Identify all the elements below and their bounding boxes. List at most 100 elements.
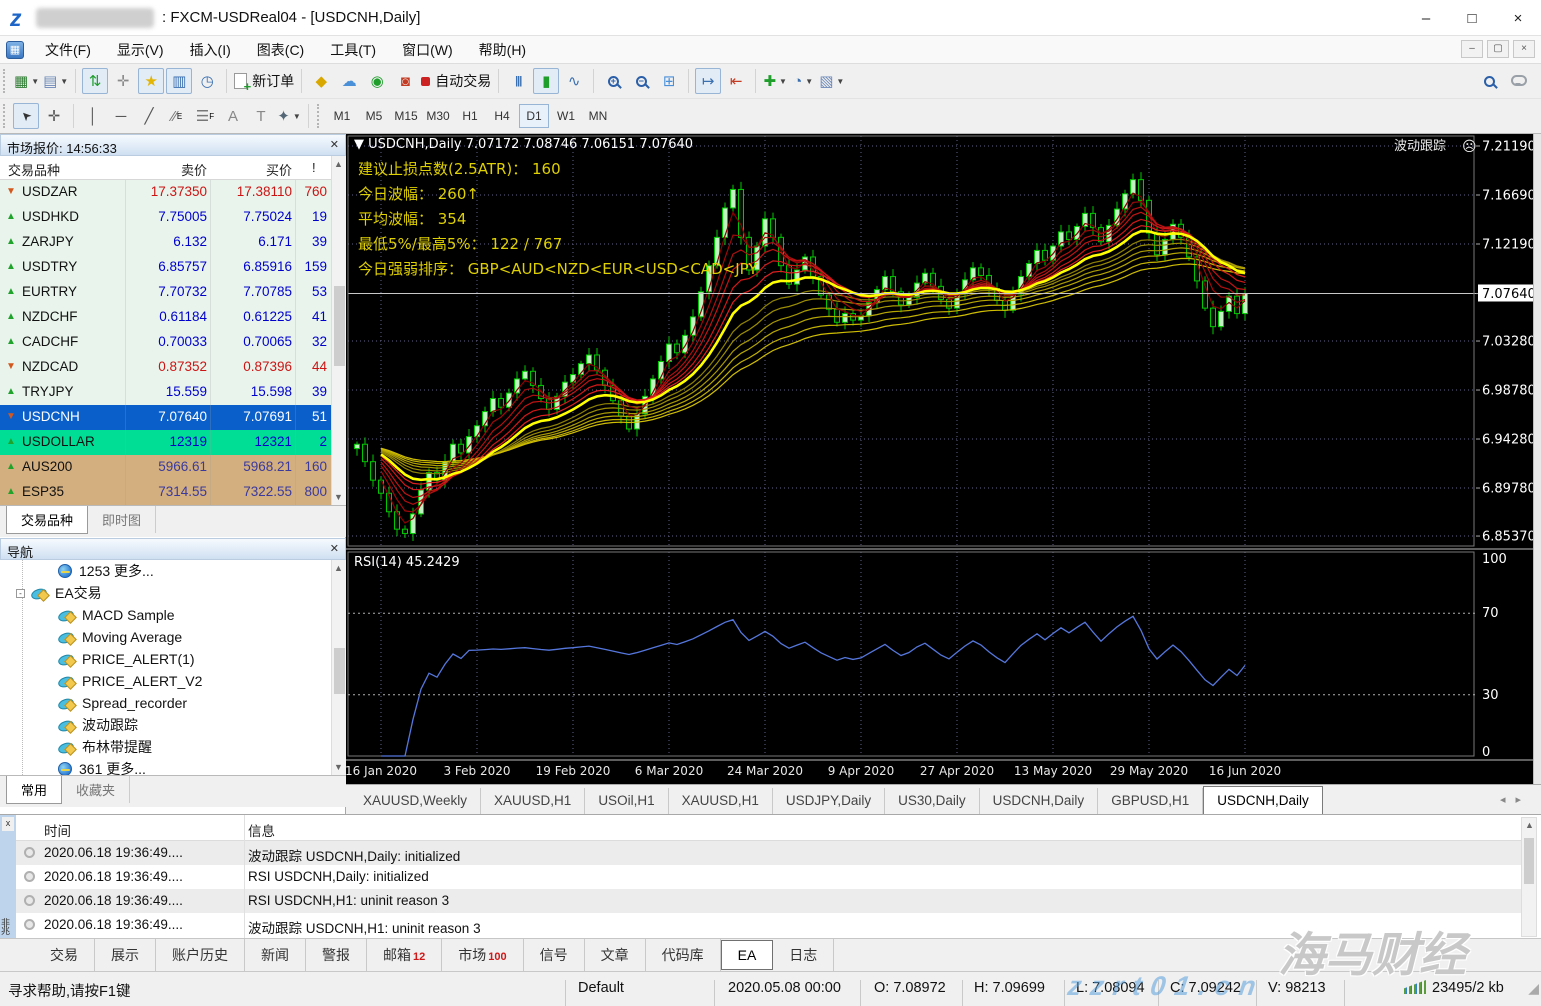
menu-item-6[interactable]: 帮助(H) <box>466 36 539 64</box>
market-watch-row[interactable]: ▲ CADCHF 0.70033 0.70065 32 <box>0 330 331 355</box>
scrollbar-thumb[interactable] <box>334 648 345 694</box>
col-spread[interactable]: ! <box>312 160 316 175</box>
chart-shift-button[interactable]: ⇤ <box>723 68 749 94</box>
timeframe-w1-button[interactable]: W1 <box>551 104 581 128</box>
status-profile[interactable]: Default <box>578 980 624 996</box>
timeframe-h4-button[interactable]: H4 <box>487 104 517 128</box>
terminal-close-icon[interactable]: x <box>2 817 14 831</box>
terminal-tab-警报[interactable]: 警报 <box>306 939 367 971</box>
timeframe-m15-button[interactable]: M15 <box>391 104 421 128</box>
market-watch-row[interactable]: ▲ ESP35 7314.55 7322.55 800 <box>0 480 331 505</box>
navigator-item[interactable]: PRICE_ALERT(1) <box>0 648 331 670</box>
terminal-tab-账户历史[interactable]: 账户历史 <box>156 939 245 971</box>
chart-tab-8[interactable]: USDCNH,Daily <box>1203 786 1323 814</box>
publish-button[interactable]: ☁ <box>336 68 362 94</box>
terminal-tab-日志[interactable]: 日志 <box>773 939 835 971</box>
horizontal-line-button[interactable]: ─ <box>108 103 134 129</box>
market-watch-scrollbar[interactable]: ▲ ▼ <box>331 156 346 505</box>
autotrade-button[interactable]: 自动交易 <box>420 68 492 94</box>
market-watch-row[interactable]: ▼ USDZAR 17.37350 17.38110 760 <box>0 180 331 205</box>
timeframe-h1-button[interactable]: H1 <box>455 104 485 128</box>
maximize-button[interactable]: □ <box>1449 0 1495 36</box>
crosshair-button[interactable]: ✛ <box>41 103 67 129</box>
terminal-tab-新闻[interactable]: 新闻 <box>245 939 306 971</box>
data-window-button[interactable]: ✛ <box>110 68 136 94</box>
chart-tab-3[interactable]: XAUUSD,H1 <box>669 788 773 814</box>
menu-item-2[interactable]: 插入(I) <box>177 36 244 64</box>
chart-bars-button[interactable]: ||| <box>505 68 531 94</box>
scroll-down-icon[interactable]: ▼ <box>334 492 343 502</box>
search-icon[interactable] <box>1484 75 1495 87</box>
scroll-up-icon[interactable]: ▲ <box>334 563 343 573</box>
timeframe-m5-button[interactable]: M5 <box>359 104 389 128</box>
scroll-down-icon[interactable]: ▼ <box>334 762 343 772</box>
zoom-in-button[interactable]: + <box>600 68 626 94</box>
resize-grip-icon[interactable]: ◢ <box>1528 980 1539 997</box>
navigator-item[interactable]: Spread_recorder <box>0 692 331 714</box>
market-watch-close-icon[interactable]: ✕ <box>330 138 339 151</box>
market-watch-row[interactable]: ▲ NZDCHF 0.61184 0.61225 41 <box>0 305 331 330</box>
templates-button[interactable]: ▧ ▼ <box>818 68 845 94</box>
navigator-item[interactable]: 1253 更多... <box>0 560 331 582</box>
terminal-row[interactable]: 2020.06.18 19:36:49.... 波动跟踪 USDCNH,H1: u… <box>16 913 1521 937</box>
trendline-button[interactable]: ╱ <box>136 103 162 129</box>
chart-tab-2[interactable]: USOil,H1 <box>585 788 669 814</box>
navigator-item[interactable]: PRICE_ALERT_V2 <box>0 670 331 692</box>
chart-tab-0[interactable]: XAUUSD,Weekly <box>350 788 482 814</box>
terminal-row[interactable]: 2020.06.18 19:36:49.... RSI USDCNH,H1: un… <box>16 889 1521 913</box>
col-bid[interactable]: 卖价 <box>152 160 207 179</box>
indicators-button[interactable]: ✚ ▼ <box>762 68 788 94</box>
strategy-tester-button[interactable]: ◷ <box>194 68 220 94</box>
navigator-item[interactable]: 波动跟踪 <box>0 714 331 736</box>
navigator-toggle-button[interactable]: ★ <box>138 68 165 94</box>
market-watch-row[interactable]: ▲ USDHKD 7.75005 7.75024 19 <box>0 205 331 230</box>
navigator-item[interactable]: Moving Average <box>0 626 331 648</box>
terminal-tab-代码库[interactable]: 代码库 <box>646 939 721 971</box>
signals-button[interactable]: ◉ <box>364 68 390 94</box>
new-chart-button[interactable]: ▦ ▼ <box>13 68 40 94</box>
market-watch-row[interactable]: ▲ ZARJPY 6.132 6.171 39 <box>0 230 331 255</box>
market-watch-row[interactable]: ▲ USDOLLAR 12319 12321 2 <box>0 430 331 455</box>
timeframe-m1-button[interactable]: M1 <box>327 104 357 128</box>
navigator-tab-常用[interactable]: 常用 <box>6 776 63 804</box>
minimize-button[interactable]: – <box>1403 0 1449 36</box>
child-close-icon[interactable]: × <box>1513 40 1535 58</box>
terminal-tab-交易[interactable]: 交易 <box>34 939 95 971</box>
market-store-button[interactable]: ◙ <box>392 68 418 94</box>
menu-item-0[interactable]: 文件(F) <box>32 36 104 64</box>
terminal-row[interactable]: 2020.06.18 19:36:49.... 波动跟踪 USDCNH,Daily… <box>16 841 1521 865</box>
chart-tab-6[interactable]: USDCNH,Daily <box>980 788 1099 814</box>
terminal-tab-市场[interactable]: 市场 100 <box>442 939 524 971</box>
market-watch-row[interactable]: ▲ TRYJPY 15.559 15.598 39 <box>0 380 331 405</box>
col-time[interactable]: 时间 <box>44 820 71 840</box>
zoom-out-button[interactable]: − <box>628 68 654 94</box>
terminal-tab-EA[interactable]: EA <box>720 940 774 970</box>
profiles-button[interactable]: ▤ ▼ <box>42 68 69 94</box>
col-message[interactable]: 信息 <box>248 820 275 840</box>
scroll-up-icon[interactable]: ▲ <box>334 159 343 169</box>
terminal-row[interactable]: 2020.06.18 19:36:49.... RSI USDCNH,Daily:… <box>16 865 1521 889</box>
market-watch-row[interactable]: ▼ USDCNH 7.07640 7.07691 51 <box>0 405 331 430</box>
col-ask[interactable]: 买价 <box>237 160 292 179</box>
market-watch-row[interactable]: ▲ AUS200 5966.61 5968.21 160 <box>0 455 331 480</box>
market-watch-row[interactable]: ▼ NZDCAD 0.87352 0.87396 44 <box>0 355 331 380</box>
market-watch-tab-即时图[interactable]: 即时图 <box>88 506 157 533</box>
text-button[interactable]: A <box>220 103 246 129</box>
scroll-up-icon[interactable]: ▲ <box>1525 820 1534 830</box>
scrollbar-thumb[interactable] <box>334 286 345 366</box>
menu-item-5[interactable]: 窗口(W) <box>389 36 466 64</box>
chart-tab-5[interactable]: US30,Daily <box>885 788 980 814</box>
menu-item-1[interactable]: 显示(V) <box>104 36 177 64</box>
text-label-button[interactable]: T <box>248 103 274 129</box>
col-symbol[interactable]: 交易品种 <box>8 160 60 179</box>
terminal-tab-文章[interactable]: 文章 <box>585 939 646 971</box>
timeframe-mn-button[interactable]: MN <box>583 104 613 128</box>
chart-tab-7[interactable]: GBPUSD,H1 <box>1098 788 1204 814</box>
chat-icon[interactable] <box>1511 74 1527 86</box>
terminal-tab-展示[interactable]: 展示 <box>95 939 156 971</box>
scrollbar-thumb[interactable] <box>1524 838 1534 884</box>
child-restore-icon[interactable]: ▢ <box>1487 40 1509 58</box>
periods-button[interactable]: ◔ ▼ <box>790 68 816 94</box>
navigator-item[interactable]: MACD Sample <box>0 604 331 626</box>
tile-windows-button[interactable]: ⊞ <box>656 68 682 94</box>
